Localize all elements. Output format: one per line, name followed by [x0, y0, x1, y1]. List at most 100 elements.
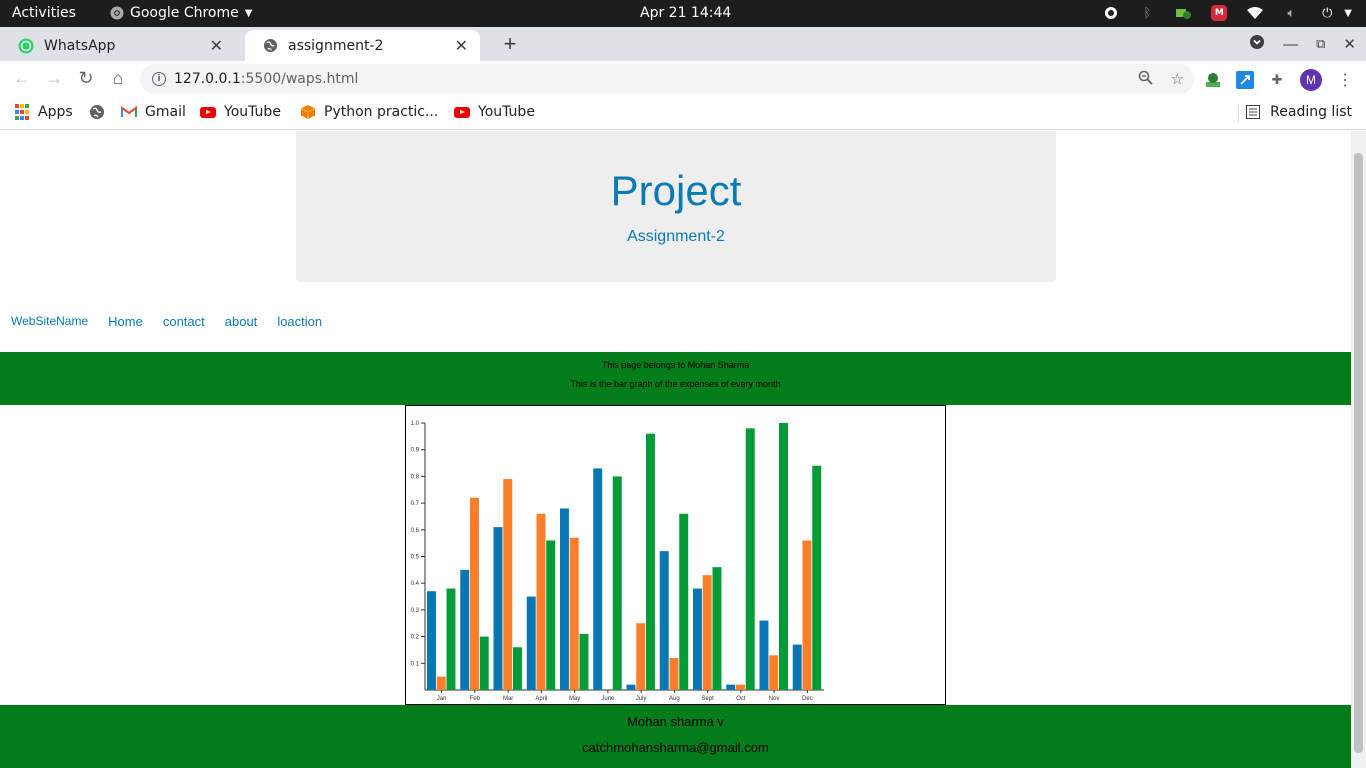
tab-search-icon[interactable]: [1249, 34, 1265, 54]
y-tick-label: 0.5: [411, 555, 420, 561]
bookmark-youtube[interactable]: YouTube: [200, 104, 281, 120]
footer-name: Mohan sharma v: [627, 714, 724, 729]
mega-icon[interactable]: M: [1210, 4, 1228, 22]
new-tab-button[interactable]: +: [500, 31, 520, 57]
bluetooth-icon[interactable]: ᛒ: [1138, 4, 1156, 22]
bookmark-label: Apps: [38, 104, 73, 120]
reload-icon[interactable]: ↻: [75, 68, 97, 89]
cube-icon: [300, 105, 316, 119]
bookmark-star-icon[interactable]: ☆: [1171, 70, 1184, 89]
y-tick-label: 1.0: [411, 421, 420, 427]
tab-title: assignment-2: [288, 37, 384, 54]
expand-extension-icon[interactable]: [1236, 71, 1254, 89]
bar: [792, 644, 802, 690]
site-info-icon[interactable]: i: [152, 72, 166, 86]
scrollbar-thumb[interactable]: [1354, 153, 1363, 753]
bar: [426, 591, 436, 690]
bar: [546, 540, 556, 690]
x-tick-label: May: [569, 696, 580, 702]
x-tick-label: Feb: [470, 696, 481, 702]
bar: [712, 567, 722, 690]
banner-description-text: This is the bar graph of the expenses of…: [570, 379, 781, 389]
bar: [436, 676, 446, 690]
navbar-brand[interactable]: WebSiteName: [11, 314, 88, 328]
whatsapp-icon: [18, 38, 34, 53]
zoom-icon[interactable]: [1138, 70, 1153, 89]
extensions-area: ✚ M ⋮: [1204, 69, 1354, 91]
bar: [503, 479, 513, 690]
close-window-icon[interactable]: ✕: [1343, 35, 1356, 53]
info-banner: This page belongs to Mohan Sharma This i…: [0, 352, 1351, 405]
back-arrow-icon[interactable]: ←: [11, 68, 33, 89]
address-bar[interactable]: i 127.0.0.1:5500/waps.html ☆: [140, 64, 1194, 94]
bar: [812, 465, 822, 690]
clock[interactable]: Apr 21 14:44: [640, 5, 731, 21]
nav-link-contact[interactable]: contact: [163, 314, 205, 329]
bar: [536, 513, 546, 690]
x-tick-label: Nov: [769, 696, 780, 702]
profile-avatar[interactable]: M: [1300, 69, 1322, 91]
window-controls: — ⧉ ✕: [1249, 34, 1356, 54]
bar: [479, 636, 489, 690]
nav-link-about[interactable]: about: [225, 314, 258, 329]
apps-grid-icon: [14, 104, 30, 120]
tab-title: WhatsApp: [44, 37, 116, 54]
page-scrollbar[interactable]: [1351, 131, 1366, 768]
bar: [460, 569, 470, 690]
tab-whatsapp[interactable]: WhatsApp ✕: [0, 30, 235, 61]
nav-link-home[interactable]: Home: [108, 314, 143, 329]
y-tick-label: 0.2: [411, 635, 420, 641]
bar: [745, 428, 755, 690]
tab-assignment-2[interactable]: assignment-2 ✕: [245, 30, 480, 61]
bookmark-label: YouTube: [478, 104, 535, 120]
home-icon[interactable]: ⌂: [107, 68, 129, 89]
wifi-icon[interactable]: [1246, 4, 1264, 22]
app-menu[interactable]: Google Chrome ▼: [110, 5, 252, 21]
power-icon[interactable]: ⏻: [1318, 4, 1336, 22]
bookmark-youtube-2[interactable]: YouTube: [454, 104, 535, 120]
x-tick-label: Aug: [669, 696, 680, 702]
bookmark-apps[interactable]: Apps: [14, 104, 73, 120]
youtube-icon: [200, 104, 216, 120]
chrome-icon: [110, 6, 124, 20]
site-navbar: WebSiteName Home contact about loaction: [11, 313, 342, 330]
reading-list-button[interactable]: Reading list: [1246, 104, 1352, 120]
nav-link-location[interactable]: loaction: [277, 314, 322, 329]
bookmarks-bar: Apps Gmail YouTube Python practic... You…: [0, 97, 1366, 130]
volume-icon[interactable]: 🔈︎: [1282, 4, 1300, 22]
url-path: :5500/waps.html: [240, 71, 359, 87]
close-icon[interactable]: ✕: [455, 36, 468, 55]
bar: [446, 588, 456, 690]
x-tick-label: Dec: [802, 696, 813, 702]
jumbotron: Project Assignment-2: [296, 131, 1056, 282]
y-tick-label: 0.9: [411, 448, 420, 454]
minimize-icon[interactable]: —: [1283, 36, 1298, 53]
caret-down-icon[interactable]: ▼: [1344, 8, 1352, 19]
y-tick-label: 0.1: [411, 661, 420, 667]
bar: [659, 551, 669, 690]
system-tray[interactable]: ᛒ M 🔈︎ ⏻ ▼: [1102, 4, 1352, 22]
puzzle-extensions-icon[interactable]: ✚: [1268, 71, 1286, 89]
bar: [769, 655, 779, 690]
activities-button[interactable]: Activities: [12, 5, 76, 21]
record-icon[interactable]: [1102, 4, 1120, 22]
bookmark-globe[interactable]: [89, 104, 105, 120]
footer-email[interactable]: catchmohansharma@gmail.com: [0, 740, 1351, 755]
bar: [569, 537, 579, 690]
bar: [679, 513, 689, 690]
forward-arrow-icon[interactable]: →: [43, 68, 65, 89]
page-footer: Mohan sharma v catchmohansharma@gmail.co…: [0, 705, 1351, 768]
bookmark-gmail[interactable]: Gmail: [121, 104, 186, 120]
close-icon[interactable]: ✕: [210, 36, 223, 55]
shield-check-icon[interactable]: [1174, 4, 1192, 22]
restore-icon[interactable]: ⧉: [1316, 36, 1325, 52]
x-tick-label: Oct: [736, 696, 746, 702]
kebab-menu-icon[interactable]: ⋮: [1336, 71, 1354, 89]
bar: [802, 540, 812, 690]
x-tick-label: Mar: [503, 696, 513, 702]
bar: [579, 633, 589, 690]
browser-toolbar: ← → ↻ ⌂ i 127.0.0.1:5500/waps.html ☆ ✚ M…: [0, 61, 1366, 97]
html-tree-extension-icon[interactable]: [1204, 71, 1222, 89]
bar: [559, 508, 569, 690]
bookmark-python-practice[interactable]: Python practic...: [300, 104, 438, 120]
